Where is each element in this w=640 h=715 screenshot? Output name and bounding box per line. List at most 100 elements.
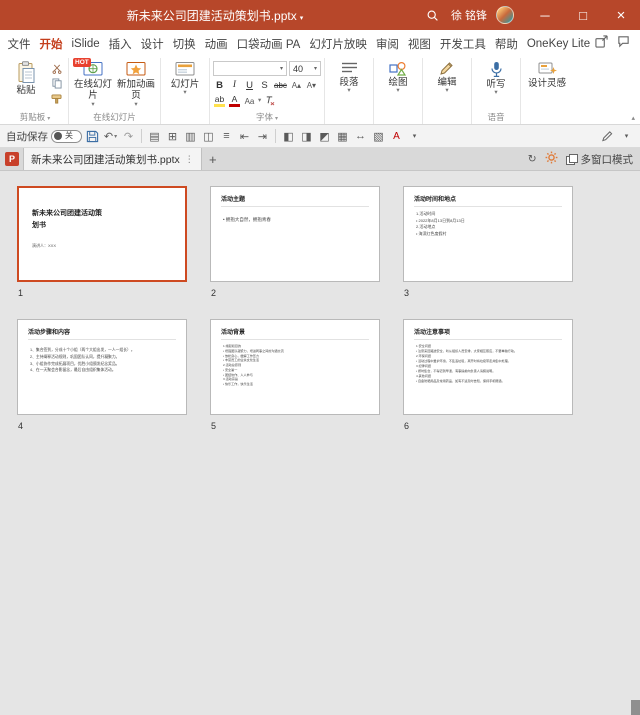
collapse-ribbon-icon[interactable]: ▴ [631, 114, 635, 122]
drawing-button[interactable]: 绘图 ▾ [377, 59, 419, 111]
tab-options-icon[interactable]: ⋮ [185, 154, 194, 165]
rows-icon[interactable]: ▥ [183, 128, 198, 145]
slide-title: 活动主题 [221, 194, 369, 207]
close-button[interactable]: × [602, 0, 640, 30]
dictate-button[interactable]: 听写 ▾ [475, 59, 517, 111]
shade-corner-icon[interactable]: ◩ [317, 128, 332, 145]
search-icon[interactable] [420, 0, 446, 30]
document-tab[interactable]: 新未来公司团建活动策划书.pptx ⋮ [23, 148, 202, 170]
font-name-select[interactable]: ▾ [213, 61, 287, 76]
tab-review[interactable]: 审阅 [371, 30, 403, 57]
tab-slideshow[interactable]: 幻灯片放映 [305, 30, 372, 57]
tab-file[interactable]: 文件 [3, 30, 35, 57]
format-painter-icon[interactable] [48, 93, 65, 106]
online-slides-button[interactable]: HOT 在线幻灯片 ▾ [72, 58, 114, 111]
slide-thumbnail-5[interactable]: 活动背景 1.缘起和目的 • 增强团队凝聚力，增进同事之间的沟通交流 • 放松身… [210, 319, 380, 415]
more-tools-chevron-icon[interactable]: ▾ [407, 128, 422, 145]
window-title: 新未来公司团建活动策划书.pptx ▾ [60, 7, 370, 24]
quick-font-color-icon[interactable]: A [389, 128, 404, 145]
tab-developer[interactable]: 开发工具 [435, 30, 490, 57]
new-slide-button[interactable]: 幻灯片 ▾ [164, 59, 206, 111]
settings-gear-icon[interactable] [545, 151, 558, 167]
shade-left-icon[interactable]: ◧ [281, 128, 296, 145]
sync-icon[interactable]: ↻ [528, 153, 537, 165]
font-color-button[interactable]: A [228, 94, 241, 108]
copy-icon[interactable] [48, 77, 65, 90]
slide-thumbnail-6[interactable]: 活动注意事项 1.安全问题 • 注意来回路途安全，听从组织人员安排，大家相互照应… [403, 319, 573, 415]
editing-button[interactable]: 编辑 ▾ [426, 59, 468, 111]
tab-view[interactable]: 视图 [403, 30, 435, 57]
add-animation-page-button[interactable]: 新加动画页 ▾ [115, 59, 157, 111]
title-chevron-icon[interactable]: ▾ [300, 15, 304, 22]
paragraph-button[interactable]: 段落 ▾ [328, 59, 370, 111]
slide-thumbnail-2[interactable]: 活动主题 • 拥抱大自然，拥抱青春 [210, 186, 380, 282]
multi-window-mode-button[interactable]: 多窗口模式 [565, 152, 633, 167]
pen-icon[interactable] [599, 128, 614, 145]
quickbar-right: ▾ [599, 128, 634, 145]
clipboard-group-label[interactable]: 剪贴板 ▾ [5, 111, 65, 124]
clipboard-small-buttons [48, 59, 65, 111]
new-tab-button[interactable]: + [202, 152, 224, 167]
hot-badge: HOT [73, 58, 91, 67]
distribute-icon[interactable]: ↔ [353, 128, 368, 145]
slide-thumbnail-1[interactable]: 新未来公司团建活动策划书 演讲人：XXX [17, 186, 187, 282]
share-icon[interactable] [594, 34, 608, 53]
paste-button[interactable]: 粘贴 [5, 59, 47, 111]
italic-button[interactable]: I [228, 78, 241, 92]
slide-thumbnail-4[interactable]: 活动步骤和内容 1、集合签到，分成十个小组（两个大组出发，一人一组长）。 2、主… [17, 319, 187, 415]
slide-grid: 新未来公司团建活动策划书 演讲人：XXX 1 活动主题 • 拥抱大自然，拥抱青春… [17, 186, 640, 452]
minimize-button[interactable]: ─ [526, 0, 564, 30]
columns-icon[interactable]: ◫ [201, 128, 216, 145]
bold-button[interactable]: B [213, 78, 226, 92]
undo-button[interactable]: ↶ ▾ [103, 128, 118, 145]
align-left-icon[interactable]: ⇤ [237, 128, 252, 145]
dialog-launcher-icon[interactable]: ▾ [47, 116, 50, 122]
tab-help[interactable]: 帮助 [490, 30, 522, 57]
multi-window-icon [565, 153, 578, 165]
font-group-label[interactable]: 字体 ▾ [213, 111, 321, 124]
shrink-font-button[interactable]: A▾ [305, 78, 318, 92]
strikethrough-button[interactable]: abc [273, 78, 288, 92]
autosave-toggle[interactable]: 关 [51, 129, 82, 143]
tab-islide[interactable]: iSlide [67, 30, 104, 57]
pattern-icon[interactable]: ▧ [371, 128, 386, 145]
align-right-icon[interactable]: ⇥ [255, 128, 270, 145]
clear-formatting-button[interactable] [263, 94, 276, 108]
cut-icon[interactable] [48, 62, 65, 75]
change-case-button[interactable]: Aa [243, 94, 256, 108]
text-shadow-button[interactable]: S [258, 78, 271, 92]
slide-sorter[interactable]: 新未来公司团建活动策划书 演讲人：XXX 1 活动主题 • 拥抱大自然，拥抱青春… [0, 171, 640, 715]
tab-animations[interactable]: 动画 [200, 30, 232, 57]
tab-pocket-animation[interactable]: 口袋动画 PA [232, 30, 305, 57]
tab-design[interactable]: 设计 [136, 30, 168, 57]
autosave-label: 自动保存 [6, 130, 48, 143]
highlight-color-button[interactable]: ab [213, 94, 226, 108]
slide-layout-icon[interactable]: ▤ [147, 128, 162, 145]
tab-home[interactable]: 开始 [35, 30, 67, 57]
maximize-button[interactable]: □ [564, 0, 602, 30]
shade-right-icon[interactable]: ◨ [299, 128, 314, 145]
font-size-select[interactable]: 40 ▾ [289, 61, 321, 76]
tab-insert[interactable]: 插入 [104, 30, 136, 57]
tab-transitions[interactable]: 切换 [168, 30, 200, 57]
underline-button[interactable]: U [243, 78, 256, 92]
slide-number: 2 [211, 288, 217, 298]
tab-onekey[interactable]: OneKey Lite [522, 30, 594, 57]
table-icon[interactable]: ⊞ [165, 128, 180, 145]
dialog-launcher-icon[interactable]: ▾ [275, 116, 278, 122]
design-ideas-button[interactable]: 设计灵感 [524, 59, 570, 111]
slide-thumbnail-3[interactable]: 活动时间和地点 1.活动时间 • 2022年8月13日到8月13日 2.活动地点… [403, 186, 573, 282]
grid-icon[interactable]: ▦ [335, 128, 350, 145]
user-name[interactable]: 徐 铭锋 [451, 7, 487, 23]
toolbar-options-chevron-icon[interactable]: ▾ [619, 128, 634, 145]
grow-font-button[interactable]: A▴ [290, 78, 303, 92]
redo-button[interactable]: ↷ [121, 128, 136, 145]
comment-icon[interactable] [617, 35, 630, 53]
save-icon[interactable] [85, 128, 100, 145]
quick-access-toolbar: 自动保存 关 ↶ ▾ ↷ ▤ ⊞ ▥ ◫ ≡ ⇤ ⇥ ◧ ◨ ◩ ▦ ↔ ▧ A … [0, 125, 640, 148]
align-text-icon[interactable]: ≡ [219, 128, 234, 145]
design-ideas-group: 设计灵感 [521, 58, 573, 124]
vertical-scrollbar-thumb[interactable] [631, 700, 640, 715]
case-chevron-icon[interactable]: ▾ [258, 97, 261, 105]
user-avatar[interactable] [496, 6, 514, 24]
